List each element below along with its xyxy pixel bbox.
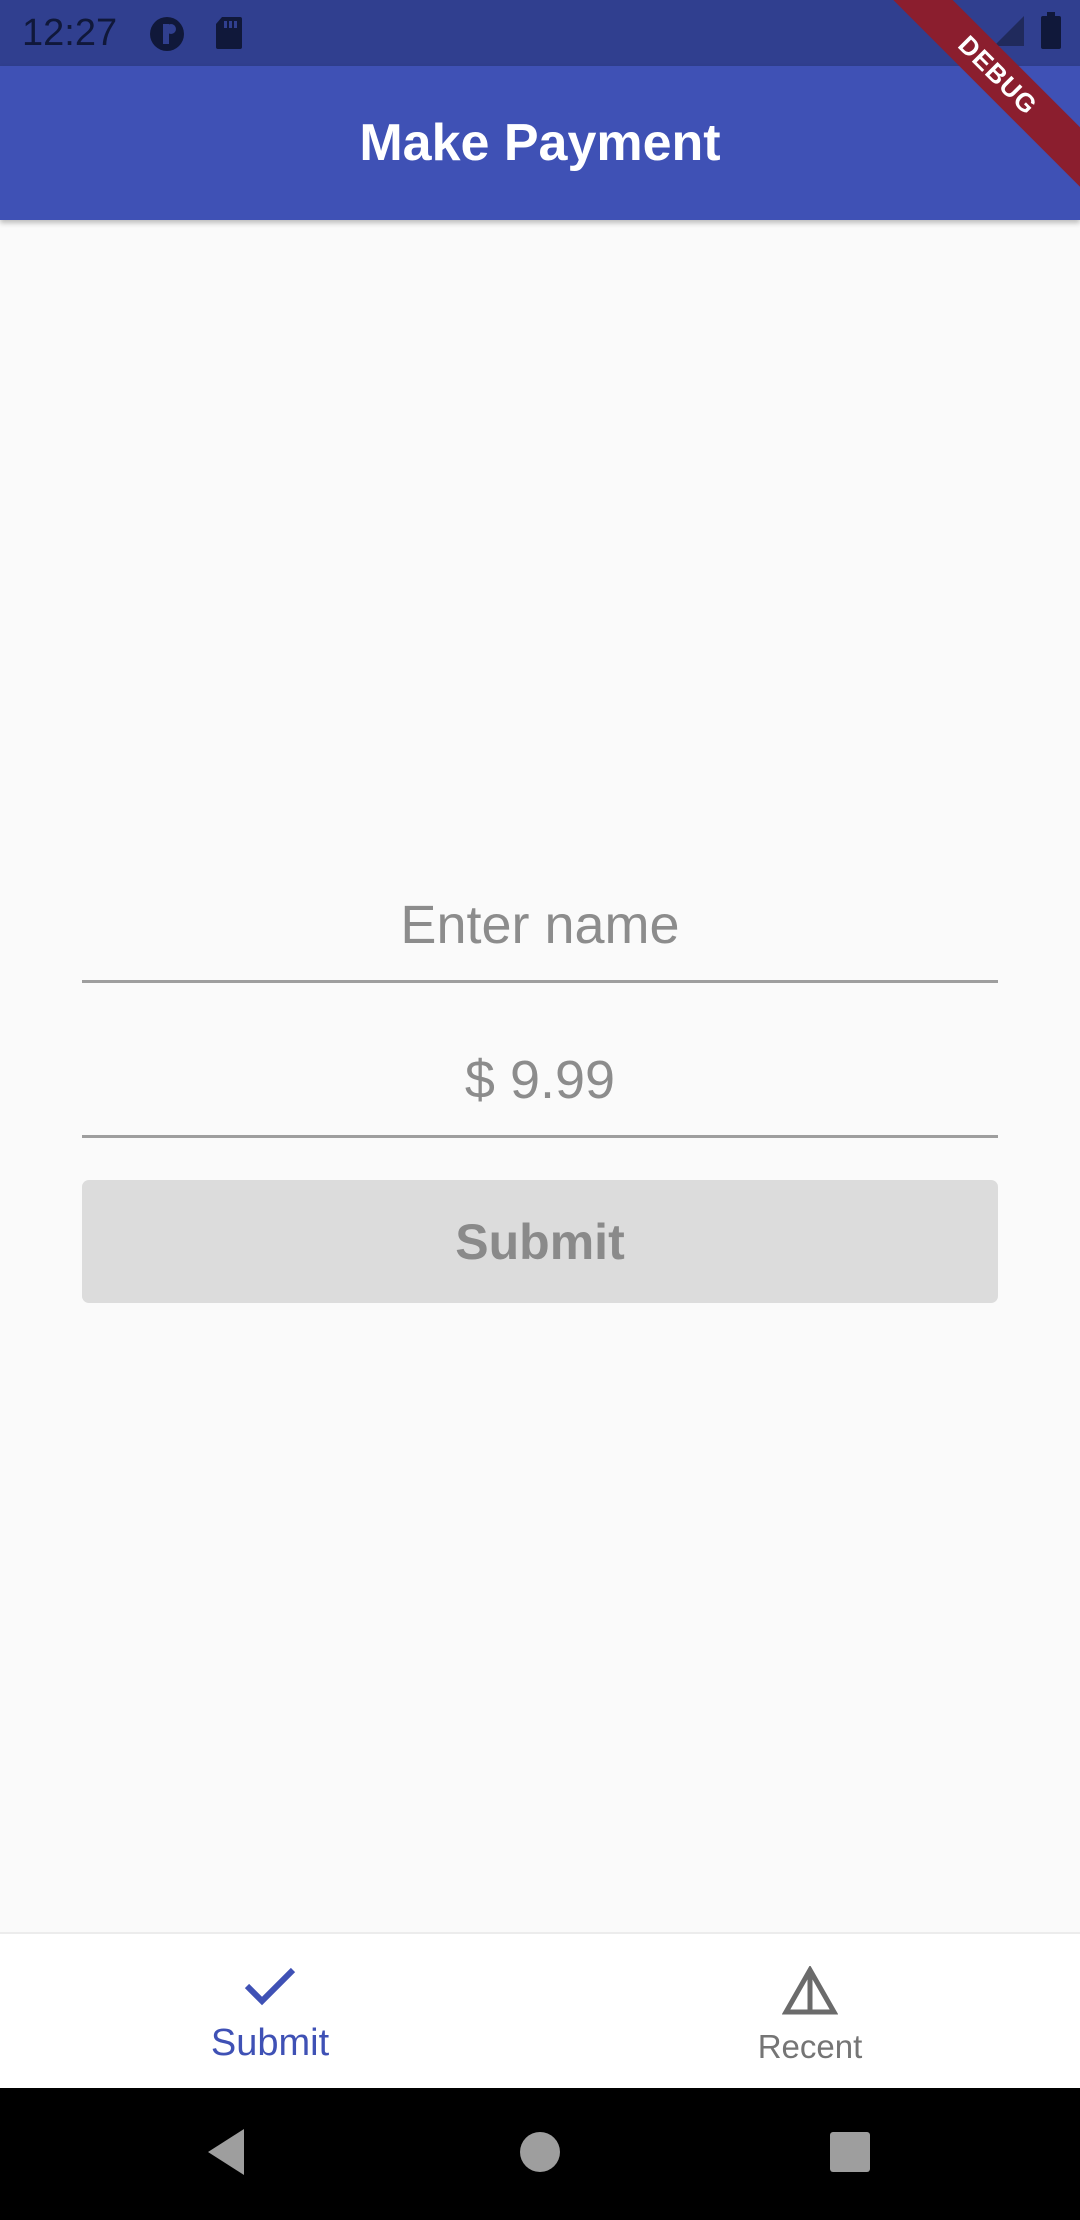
back-button[interactable] xyxy=(166,2088,286,2220)
change-history-icon xyxy=(781,1964,839,2021)
page-title: Make Payment xyxy=(359,114,721,172)
home-button[interactable] xyxy=(480,2088,600,2220)
sd-card-icon xyxy=(214,15,244,56)
battery-icon xyxy=(1040,12,1062,55)
nav-item-label: Recent xyxy=(757,2028,863,2065)
amount-field-container xyxy=(82,1025,998,1138)
back-icon xyxy=(204,2127,248,2182)
check-icon xyxy=(243,1966,297,2011)
name-field-container xyxy=(82,870,998,983)
submit-button[interactable]: Submit xyxy=(82,1180,998,1303)
bottom-navigation: Submit Recent xyxy=(0,1932,1080,2090)
system-navigation-bar xyxy=(0,2088,1080,2220)
status-time: 12:27 xyxy=(22,12,118,54)
screen: 12:27 Make Payment DEBUG Enter name $ 9.… xyxy=(0,0,1080,2220)
recents-icon xyxy=(829,2131,871,2178)
name-input[interactable] xyxy=(82,870,998,980)
nav-item-recent[interactable]: Recent xyxy=(540,1934,1080,2090)
nav-item-submit[interactable]: Submit xyxy=(0,1934,540,2090)
notification-app-icon xyxy=(148,15,186,58)
home-icon xyxy=(518,2130,562,2179)
nav-item-label: Submit xyxy=(210,2022,330,2064)
app-bar: Make Payment xyxy=(0,66,1080,220)
recents-button[interactable] xyxy=(790,2088,910,2220)
amount-input[interactable] xyxy=(82,1025,998,1135)
